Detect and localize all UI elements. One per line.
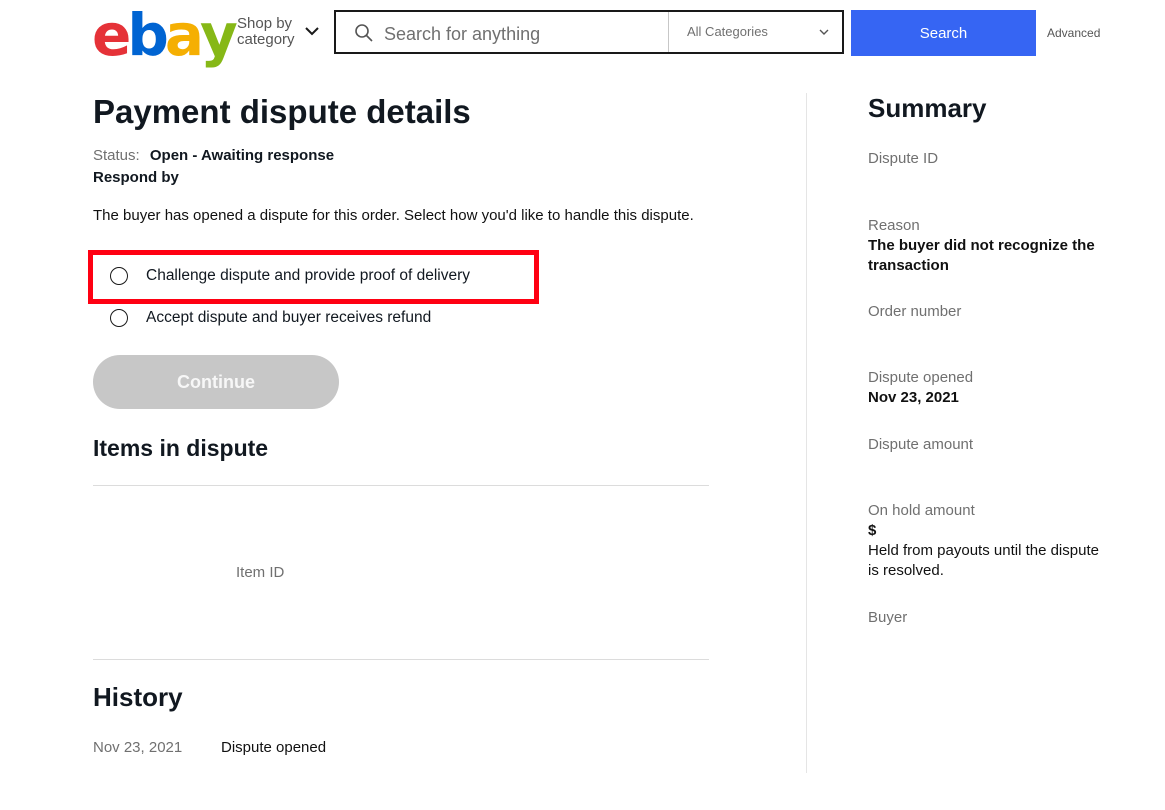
option-label: Accept dispute and buyer receives refund	[146, 309, 432, 326]
on-hold-amount-label: On hold amount	[868, 502, 975, 519]
shop-by-line2: category	[237, 31, 295, 48]
search-bar: All Categories	[334, 10, 844, 54]
column-divider	[806, 93, 807, 773]
respond-by-label: Respond by	[93, 169, 179, 186]
chevron-down-icon[interactable]	[304, 26, 320, 36]
chevron-down-icon	[819, 29, 829, 35]
on-hold-note: Held from payouts until the dispute is r…	[868, 542, 1099, 579]
ebay-logo[interactable]: ebay	[92, 1, 238, 69]
search-input[interactable]	[382, 18, 666, 50]
search-button[interactable]: Search	[851, 10, 1036, 56]
logo-letter-a: a	[164, 1, 204, 69]
buyer-label: Buyer	[868, 609, 908, 626]
item-id-label: Item ID	[236, 564, 285, 581]
continue-button[interactable]: Continue	[93, 355, 339, 409]
logo-letter-e: e	[92, 1, 131, 69]
on-hold-amount-value: $	[868, 522, 877, 539]
dispute-intro-text: The buyer has opened a dispute for this …	[93, 207, 694, 224]
category-select[interactable]: All Categories	[668, 12, 844, 52]
status-row: Status: Open - Awaiting response	[93, 147, 334, 164]
highlight-box	[88, 250, 539, 304]
items-in-dispute-title: Items in dispute	[93, 435, 269, 461]
history-event: Dispute opened	[221, 739, 327, 756]
dispute-opened-label: Dispute opened	[868, 369, 974, 386]
status-value: Open - Awaiting response	[149, 147, 335, 164]
dispute-amount-label: Dispute amount	[868, 436, 974, 453]
category-select-label: All Categories	[687, 24, 768, 39]
reason-value: The buyer did not recognize the transact…	[868, 237, 1095, 274]
history-date: Nov 23, 2021	[93, 739, 183, 756]
summary-title: Summary	[868, 93, 987, 123]
order-number-label: Order number	[868, 303, 962, 320]
reason-label: Reason	[868, 217, 920, 234]
divider	[93, 485, 709, 486]
dispute-opened-value: Nov 23, 2021	[868, 389, 959, 406]
logo-letter-b: b	[127, 1, 168, 69]
advanced-search-link[interactable]: Advanced	[1047, 26, 1100, 40]
dispute-id-label: Dispute ID	[868, 150, 939, 167]
search-icon	[355, 24, 373, 42]
page-title: Payment dispute details	[93, 93, 471, 130]
divider	[93, 659, 709, 660]
status-label: Status:	[93, 147, 140, 164]
radio-button[interactable]	[110, 309, 128, 327]
history-title: History	[93, 682, 183, 712]
accept-dispute-option[interactable]: Accept dispute and buyer receives refund	[110, 309, 431, 327]
shop-by-line1: Shop by	[237, 15, 293, 32]
shop-by-category-button[interactable]: Shop by category	[237, 16, 295, 48]
logo-letter-y: y	[200, 1, 238, 69]
